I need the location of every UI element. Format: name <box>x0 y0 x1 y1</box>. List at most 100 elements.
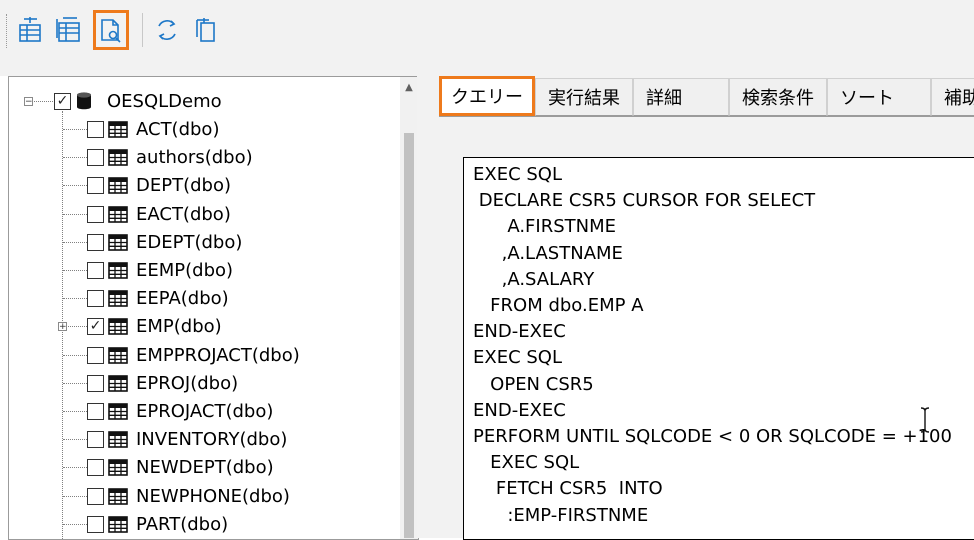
code-line: EXEC SQL <box>473 452 580 474</box>
tab-label: 検索条件 <box>742 88 814 109</box>
tree-connector <box>63 355 87 356</box>
code-line: :EMP-FIRSTNME <box>473 504 649 526</box>
table-icon <box>108 515 128 533</box>
table-checkbox[interactable] <box>87 261 104 279</box>
tree-item[interactable]: EPROJACT(dbo) <box>87 397 273 425</box>
table-checkbox[interactable] <box>87 402 104 420</box>
query-text-area[interactable]: EXEC SQL DECLARE CSR5 CURSOR FOR SELECT … <box>463 157 974 540</box>
panel-splitter[interactable] <box>417 76 431 538</box>
tree-connector <box>63 270 87 271</box>
tree-connector <box>63 524 87 525</box>
tree-connector <box>63 467 87 468</box>
toolbar-separator <box>142 13 143 47</box>
tree-item[interactable]: DEPT(dbo) <box>87 171 231 199</box>
table-icon <box>108 402 128 420</box>
table-icon <box>108 317 128 335</box>
tab-search-conditions[interactable]: 検索条件 <box>729 78 827 116</box>
tree-item[interactable]: ✓ EMP(dbo) <box>87 312 222 340</box>
tree-item-label: EPROJACT(dbo) <box>136 400 274 422</box>
table-checkbox[interactable] <box>87 233 104 251</box>
root-checkbox[interactable]: ✓ <box>54 92 71 110</box>
tree-item[interactable]: EEPA(dbo) <box>87 284 229 312</box>
code-line: OPEN CSR5 <box>473 373 594 395</box>
tree-item[interactable]: NEWDEPT(dbo) <box>87 453 274 481</box>
tree-item-label: authors(dbo) <box>136 146 253 168</box>
tree-item-label: EACT(dbo) <box>136 203 231 225</box>
generate-icon[interactable] <box>14 11 48 49</box>
tab-results[interactable]: 実行結果 <box>535 78 633 116</box>
tree-item[interactable]: EACT(dbo) <box>87 200 231 228</box>
tree-item-label: DEPT(dbo) <box>136 174 231 196</box>
tree-item-label: INVENTORY(dbo) <box>136 428 288 450</box>
root-collapse-icon[interactable]: − <box>24 97 33 107</box>
tree-item-label: NEWDEPT(dbo) <box>136 456 274 478</box>
table-checkbox[interactable] <box>87 346 104 364</box>
tree-item[interactable]: ACT(dbo) <box>87 115 219 143</box>
generate-all-icon[interactable] <box>52 11 86 49</box>
table-icon <box>108 458 128 476</box>
tree-item-label: NEWPHONE(dbo) <box>136 485 290 507</box>
tree-item[interactable]: EDEPT(dbo) <box>87 228 242 256</box>
tree-item[interactable]: EPROJ(dbo) <box>87 369 238 397</box>
table-checkbox[interactable] <box>87 515 104 533</box>
tree-connector <box>63 242 87 243</box>
table-checkbox[interactable] <box>87 120 104 138</box>
tree-item[interactable]: EEMP(dbo) <box>87 256 233 284</box>
tree-item[interactable]: authors(dbo) <box>87 143 253 171</box>
tree-item-label: EDEPT(dbo) <box>136 231 243 253</box>
toolbar <box>0 0 974 62</box>
tree-connector <box>63 298 87 299</box>
preview-icon[interactable] <box>93 10 129 50</box>
code-line: ,A.SALARY <box>473 268 595 290</box>
tab-details[interactable]: 詳細 <box>633 78 729 116</box>
tree-scrollbar[interactable]: ▲ <box>400 77 418 539</box>
tab-query[interactable]: クエリー <box>439 76 535 116</box>
table-icon <box>108 205 128 223</box>
toolbar-grip[interactable] <box>6 14 9 48</box>
table-checkbox[interactable] <box>87 176 104 194</box>
tree-connector <box>63 383 87 384</box>
expand-icon[interactable]: + <box>58 322 67 332</box>
code-line: EXEC SQL <box>473 164 562 185</box>
table-checkbox[interactable] <box>87 487 104 505</box>
refresh-icon[interactable] <box>150 11 184 49</box>
tree-item-label: EPROJ(dbo) <box>136 372 239 394</box>
table-icon <box>108 346 128 364</box>
tab-auxiliary[interactable]: 補助コ <box>931 78 974 116</box>
table-tree[interactable]: − ✓ OESQLDemo ACT(dbo) authors(dbo) DEPT(d… <box>8 76 419 540</box>
table-checkbox[interactable] <box>87 458 104 476</box>
tree-item-label: ACT(dbo) <box>136 118 220 140</box>
code-line: PERFORM UNTIL SQLCODE < 0 OR SQLCODE = +… <box>473 426 952 447</box>
copy-icon[interactable] <box>190 11 224 49</box>
tree-connector <box>63 496 87 497</box>
tree-connector <box>63 439 87 440</box>
code-line: END-EXEC <box>473 399 566 421</box>
tree-connector <box>34 101 53 102</box>
table-checkbox[interactable] <box>87 205 104 223</box>
table-checkbox[interactable]: ✓ <box>87 317 104 335</box>
scroll-thumb[interactable] <box>404 133 414 538</box>
tab-label: 補助コ <box>944 88 974 109</box>
tree-connector <box>63 129 87 130</box>
tree-item-label: EEPA(dbo) <box>136 287 229 309</box>
tree-item[interactable]: INVENTORY(dbo) <box>87 425 287 453</box>
tree-item[interactable]: EMPPROJACT(dbo) <box>87 341 300 369</box>
database-icon <box>77 92 91 110</box>
table-icon <box>108 233 128 251</box>
table-checkbox[interactable] <box>87 289 104 307</box>
tree-item[interactable]: NEWPHONE(dbo) <box>87 482 290 510</box>
table-checkbox[interactable] <box>87 430 104 448</box>
tree-root[interactable]: ✓ OESQLDemo <box>54 87 222 115</box>
text-cursor-icon <box>919 406 933 433</box>
table-checkbox[interactable] <box>87 148 104 166</box>
table-checkbox[interactable] <box>87 374 104 392</box>
tab-sort[interactable]: ソート <box>827 78 931 116</box>
root-label: OESQLDemo <box>107 90 222 112</box>
tab-label: ソート <box>840 88 894 109</box>
tab-label: クエリー <box>451 87 523 108</box>
query-panel: クエリー 実行結果 詳細 検索条件 ソート 補助コ EXEC SQL DECLA… <box>431 76 974 540</box>
scroll-up-icon[interactable]: ▲ <box>400 77 418 97</box>
tree-item-label: EMP(dbo) <box>136 315 222 337</box>
tab-label: 実行結果 <box>548 88 620 109</box>
tree-item[interactable]: PART(dbo) <box>87 510 228 538</box>
